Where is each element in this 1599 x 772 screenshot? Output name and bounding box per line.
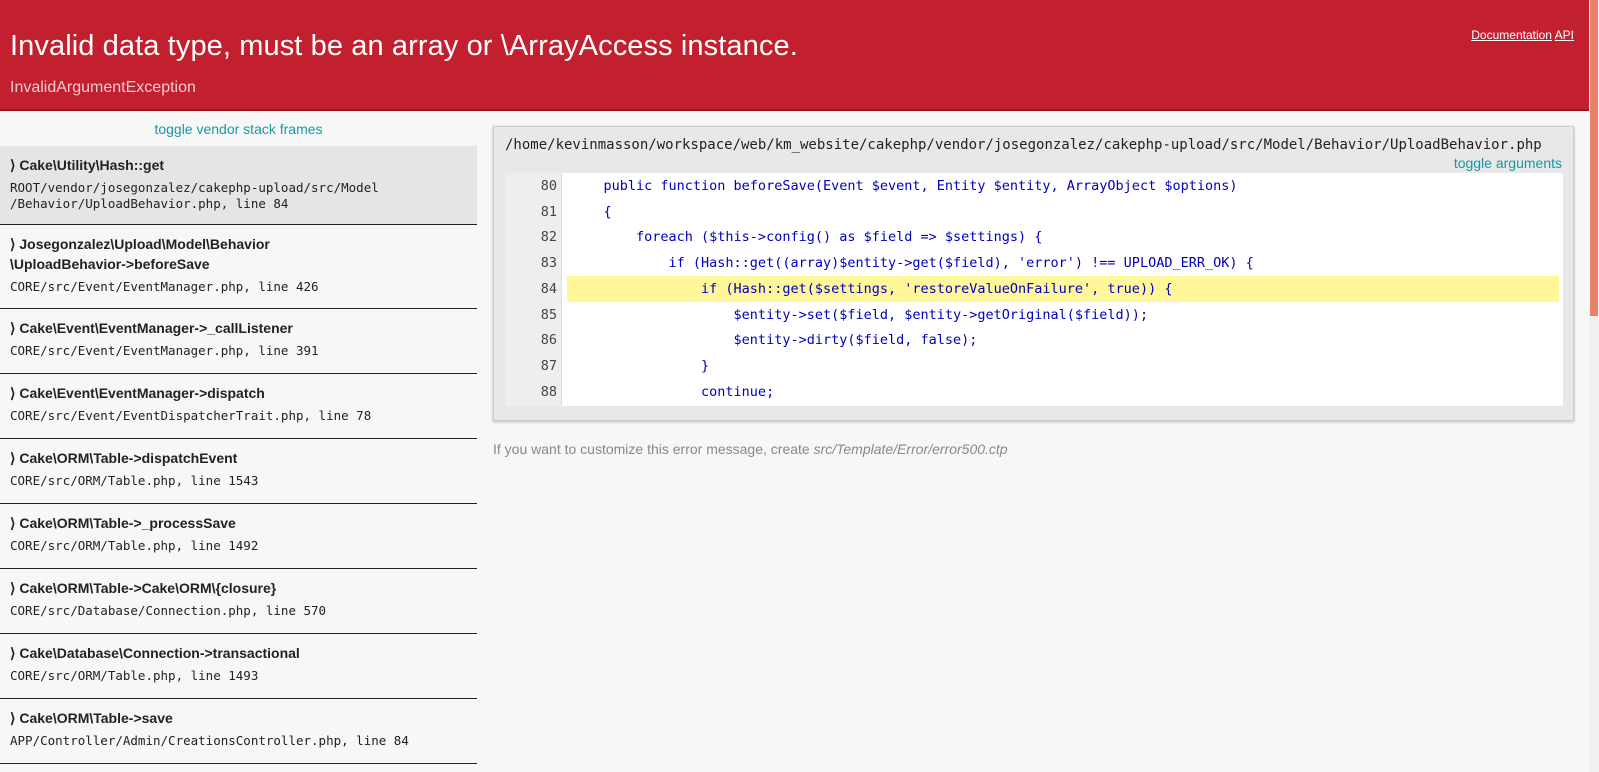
code-line: 88 continue;: [505, 379, 1563, 405]
code-line: 81 {: [505, 199, 1563, 225]
stack-frame[interactable]: ⟩ Cake\ORM\Table->dispatchEvent CORE/src/…: [0, 439, 477, 504]
code-line: 86 $entity->dirty($field, false);: [505, 327, 1563, 353]
stack-frame[interactable]: ⟩ Cake\ORM\Table->save APP/Controller/Adm…: [0, 699, 477, 764]
toggle-arguments-link[interactable]: toggle arguments: [1454, 155, 1562, 171]
code-text: {: [571, 203, 612, 220]
stack-frame-function: ⟩ Cake\ORM\Table->Cake\ORM\{closure}: [10, 580, 277, 596]
stack-frame-location: CORE/src/Event/EventManager.php, line 42…: [10, 279, 319, 294]
line-number: 88: [540, 383, 557, 400]
header-links: Documentation API: [1471, 28, 1574, 42]
code-text: if (Hash::get((array)$entity->get($field…: [571, 255, 1254, 272]
code-line: 82 foreach ($this->config() as $field =>…: [505, 224, 1563, 250]
code-text: $entity->dirty($field, false);: [571, 332, 978, 349]
stack-frame-location: CORE/src/ORM/Table.php, line 1492: [10, 538, 259, 553]
error-header: Invalid data type, must be an array or \…: [0, 0, 1589, 111]
stack-frame-function: ⟩ Cake\Utility\Hash::get: [10, 157, 165, 173]
line-number: 81: [540, 203, 557, 220]
code-text: if (Hash::get($settings, 'restoreValueOn…: [567, 275, 1559, 302]
api-link[interactable]: API: [1555, 28, 1574, 42]
error-title: Invalid data type, must be an array or \…: [10, 30, 798, 62]
stack-frame-location: APP/Controller/Admin/CreationsController…: [10, 733, 409, 748]
code-line: 84 if (Hash::get($settings, 'restoreValu…: [505, 275, 1563, 302]
stack-frame[interactable]: ⟩ Cake\Event\EventManager->dispatch CORE/…: [0, 374, 477, 439]
code-excerpt-panel: /home/kevinmasson/workspace/web/km_websi…: [493, 126, 1574, 421]
code-line: 80 public function beforeSave(Event $eve…: [505, 173, 1563, 199]
stack-frame[interactable]: ⟩ Cake\Event\EventManager->_callListener…: [0, 309, 477, 374]
stack-trace-panel: toggle vendor stack frames ⟩ Cake\Utilit…: [0, 113, 477, 772]
stack-frame-function: ⟩ Cake\ORM\Table->dispatchEvent: [10, 450, 238, 466]
code-line: 87 }: [505, 353, 1563, 379]
stack-frame-function: ⟩ Cake\Event\EventManager->dispatch: [10, 385, 265, 401]
stack-frame[interactable]: ⟩ Cake\ORM\Table->_processSave CORE/src/O…: [0, 504, 477, 569]
stack-frame[interactable]: ⟩ Cake\Database\Connection->transactiona…: [0, 634, 477, 699]
scrollbar-thumb[interactable]: [1590, 0, 1598, 316]
page-scrollbar[interactable]: [1589, 0, 1599, 772]
line-number: 85: [540, 306, 557, 323]
stack-frame[interactable]: ⟩ Cake\ORM\Table->Cake\ORM\{closure} CORE…: [0, 569, 477, 634]
code-text: $entity->set($field, $entity->getOrigina…: [571, 306, 1149, 323]
line-number: 80: [540, 178, 557, 194]
code-text: }: [571, 357, 710, 374]
code-text: continue;: [571, 383, 775, 400]
customize-hint-text: If you want to customize this error mess…: [493, 441, 814, 457]
documentation-link[interactable]: Documentation: [1471, 28, 1552, 42]
line-number: 83: [540, 255, 557, 272]
stack-frame-function: ⟩ Cake\Database\Connection->transactiona…: [10, 645, 300, 661]
stack-frame[interactable]: ⟩ Josegonzalez\Upload\Model\Behavior \Up…: [0, 225, 477, 309]
customize-hint-file: src/Template/Error/error500.ctp: [813, 441, 1008, 457]
stack-frame-function: ⟩ Cake\ORM\Table->_processSave: [10, 515, 236, 531]
line-number: 86: [540, 332, 557, 349]
stack-frame-location: CORE/src/ORM/Table.php, line 1543: [10, 473, 259, 488]
stack-frame-location: CORE/src/Database/Connection.php, line 5…: [10, 603, 327, 618]
stack-frame-location: ROOT/vendor/josegonzalez/cakephp-upload/…: [10, 180, 379, 211]
toggle-vendor-frames-link[interactable]: toggle vendor stack frames: [0, 113, 477, 146]
line-number: 82: [540, 229, 557, 246]
customize-hint: If you want to customize this error mess…: [493, 441, 1008, 457]
stack-frame-location: CORE/src/ORM/Table.php, line 1493: [10, 668, 259, 683]
code-text: public function beforeSave(Event $event,…: [571, 178, 1238, 194]
line-number: 87: [540, 357, 557, 374]
code-line: 85 $entity->set($field, $entity->getOrig…: [505, 302, 1563, 328]
stack-frame-list: ⟩ Cake\Utility\Hash::getROOT/vendor/jose…: [0, 146, 477, 764]
exception-class: InvalidArgumentException: [10, 79, 196, 96]
stack-frame[interactable]: ⟩ Cake\Utility\Hash::getROOT/vendor/jose…: [0, 146, 477, 225]
stack-frame-location: CORE/src/Event/EventDispatcherTrait.php,…: [10, 408, 372, 423]
stack-frame-location: CORE/src/Event/EventManager.php, line 39…: [10, 343, 319, 358]
line-number: 84: [540, 280, 557, 297]
code-text: foreach ($this->config() as $field => $s…: [571, 229, 1043, 246]
code-listing: 80 public function beforeSave(Event $eve…: [505, 173, 1563, 406]
source-file-path: /home/kevinmasson/workspace/web/km_websi…: [505, 137, 1542, 153]
stack-frame-function: ⟩ Cake\ORM\Table->save: [10, 710, 173, 726]
code-line: 83 if (Hash::get((array)$entity->get($fi…: [505, 250, 1563, 276]
stack-frame-function: ⟩ Josegonzalez\Upload\Model\Behavior \Up…: [10, 236, 270, 272]
stack-frame-function: ⟩ Cake\Event\EventManager->_callListener: [10, 320, 293, 336]
